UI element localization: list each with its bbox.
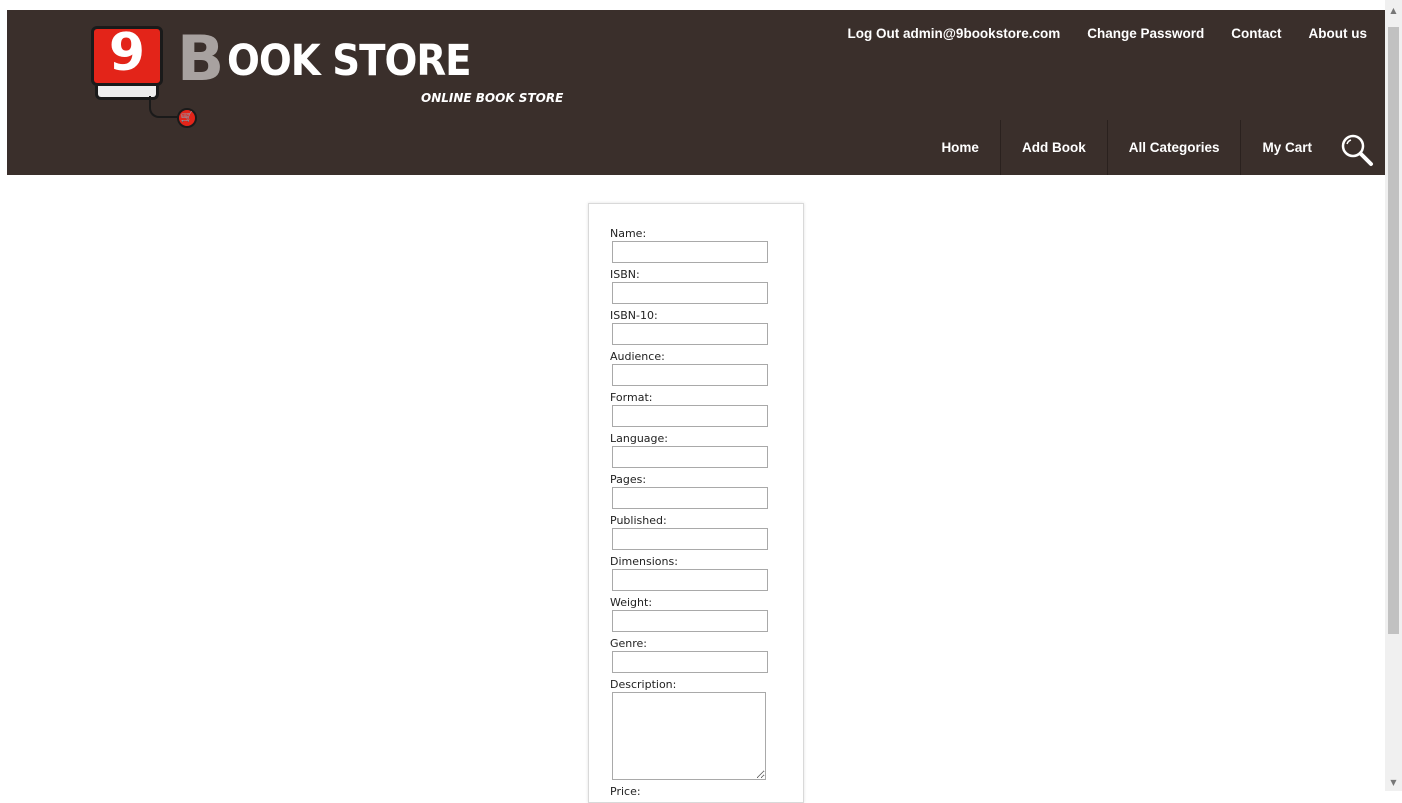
name-label: Name: bbox=[610, 227, 647, 240]
published-label: Published: bbox=[610, 514, 667, 527]
published-input[interactable] bbox=[612, 528, 768, 550]
pages-input[interactable] bbox=[612, 487, 768, 509]
isbn-input[interactable] bbox=[612, 282, 768, 304]
logo-nine-badge: 9 bbox=[91, 23, 163, 86]
scroll-up-icon[interactable]: ▲ bbox=[1385, 2, 1402, 19]
vertical-scrollbar[interactable]: ▲ ▼ bbox=[1385, 0, 1402, 791]
genre-label: Genre: bbox=[610, 637, 648, 650]
dimensions-label: Dimensions: bbox=[610, 555, 678, 568]
nav-my-cart[interactable]: My Cart bbox=[1240, 120, 1333, 175]
description-label: Description: bbox=[610, 678, 677, 691]
language-input[interactable] bbox=[612, 446, 768, 468]
form-fields: Name: ISBN: ISBN-10: Audience: Format: L… bbox=[610, 226, 768, 799]
weight-label: Weight: bbox=[610, 596, 653, 609]
contact-link[interactable]: Contact bbox=[1231, 26, 1281, 41]
weight-input[interactable] bbox=[612, 610, 768, 632]
site-header: 9 🛒 B OOK STORE ONLINE BOOK STORE Log Ou… bbox=[7, 10, 1385, 175]
top-links: Log Out admin@9bookstore.com Change Pass… bbox=[821, 26, 1367, 41]
description-textarea[interactable] bbox=[612, 692, 766, 780]
price-label: Price: bbox=[610, 785, 641, 798]
site-logo[interactable]: 9 🛒 B OOK STORE ONLINE BOOK STORE bbox=[91, 22, 563, 131]
genre-input[interactable] bbox=[612, 651, 768, 673]
dimensions-input[interactable] bbox=[612, 569, 768, 591]
language-label: Language: bbox=[610, 432, 668, 445]
logo-b-letter: B bbox=[177, 22, 225, 95]
cart-icon: 🛒 bbox=[177, 108, 197, 128]
logout-link[interactable]: Log Out admin@9bookstore.com bbox=[848, 26, 1061, 41]
format-input[interactable] bbox=[612, 405, 768, 427]
isbn10-input[interactable] bbox=[612, 323, 768, 345]
isbn-label: ISBN: bbox=[610, 268, 640, 281]
change-password-link[interactable]: Change Password bbox=[1087, 26, 1204, 41]
name-input[interactable] bbox=[612, 241, 768, 263]
about-us-link[interactable]: About us bbox=[1309, 26, 1368, 41]
nav-home[interactable]: Home bbox=[920, 120, 1000, 175]
audience-label: Audience: bbox=[610, 350, 665, 363]
search-icon[interactable] bbox=[1339, 132, 1375, 168]
nav-add-book[interactable]: Add Book bbox=[999, 120, 1107, 175]
nav-all-categories[interactable]: All Categories bbox=[1106, 120, 1241, 175]
isbn10-label: ISBN-10: bbox=[610, 309, 658, 322]
logo-tagline: ONLINE BOOK STORE bbox=[421, 91, 564, 105]
audience-input[interactable] bbox=[612, 364, 768, 386]
scroll-down-icon[interactable]: ▼ bbox=[1385, 774, 1402, 791]
add-book-form: Name: ISBN: ISBN-10: Audience: Format: L… bbox=[588, 203, 804, 803]
format-label: Format: bbox=[610, 391, 653, 404]
pages-label: Pages: bbox=[610, 473, 647, 486]
logo-title: OOK STORE bbox=[227, 36, 472, 86]
scroll-thumb[interactable] bbox=[1388, 27, 1399, 634]
logo-nine-text: 9 bbox=[108, 23, 146, 83]
main-nav: Home Add Book All Categories My Cart bbox=[920, 120, 1333, 175]
